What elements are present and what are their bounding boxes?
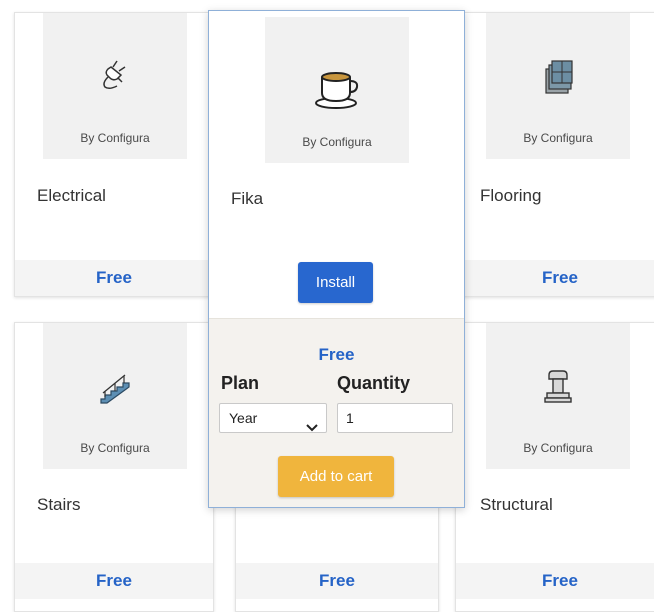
product-title[interactable]: Structural	[480, 495, 553, 515]
product-title[interactable]: Stairs	[37, 495, 80, 515]
column-icon	[543, 369, 573, 410]
purchase-panel: Free Plan Quantity Year 1 Add to cart	[209, 318, 464, 507]
chevron-down-icon	[306, 413, 318, 441]
flooring-tiles-icon	[540, 57, 576, 102]
plan-select[interactable]: Year	[219, 403, 327, 433]
product-detail-popup[interactable]: By Configura Fika Install Free Plan Quan…	[208, 10, 465, 508]
product-card-electrical[interactable]: By Configura Electrical Free	[14, 12, 214, 297]
quantity-input[interactable]: 1	[337, 403, 453, 433]
vendor-label: By Configura	[302, 135, 372, 149]
plan-label: Plan	[221, 373, 260, 393]
product-thumbnail: By Configura	[265, 17, 409, 163]
vendor-label: By Configura	[523, 441, 593, 455]
vendor-label: By Configura	[80, 131, 150, 145]
product-thumbnail: By Configura	[43, 13, 187, 159]
price-label: Free	[318, 345, 355, 364]
product-thumbnail: By Configura	[43, 323, 187, 469]
plan-select-value: Year	[229, 410, 258, 426]
vendor-label: By Configura	[80, 441, 150, 455]
add-to-cart-button[interactable]: Add to cart	[278, 456, 394, 497]
price-label: Free	[456, 260, 654, 296]
price-label: Free	[456, 563, 654, 599]
product-thumbnail: By Configura	[486, 323, 630, 469]
price-label: Free	[15, 563, 213, 599]
vendor-label: By Configura	[523, 131, 593, 145]
product-card-structural[interactable]: By Configura Structural Free	[455, 322, 654, 612]
product-card-flooring[interactable]: By Configura Flooring Free	[455, 12, 654, 297]
product-title: Fika	[231, 189, 264, 208]
price-label: Free	[15, 260, 213, 296]
quantity-label: Quantity	[337, 373, 411, 393]
stairs-icon	[95, 367, 135, 412]
plug-icon	[95, 53, 135, 98]
coffee-cup-icon	[312, 67, 362, 116]
install-button[interactable]: Install	[298, 262, 373, 303]
price-label: Free	[236, 563, 438, 599]
product-title[interactable]: Electrical	[37, 186, 106, 206]
product-card-stairs[interactable]: By Configura Stairs Free	[14, 322, 214, 612]
product-thumbnail: By Configura	[486, 13, 630, 159]
product-title[interactable]: Flooring	[480, 186, 541, 206]
